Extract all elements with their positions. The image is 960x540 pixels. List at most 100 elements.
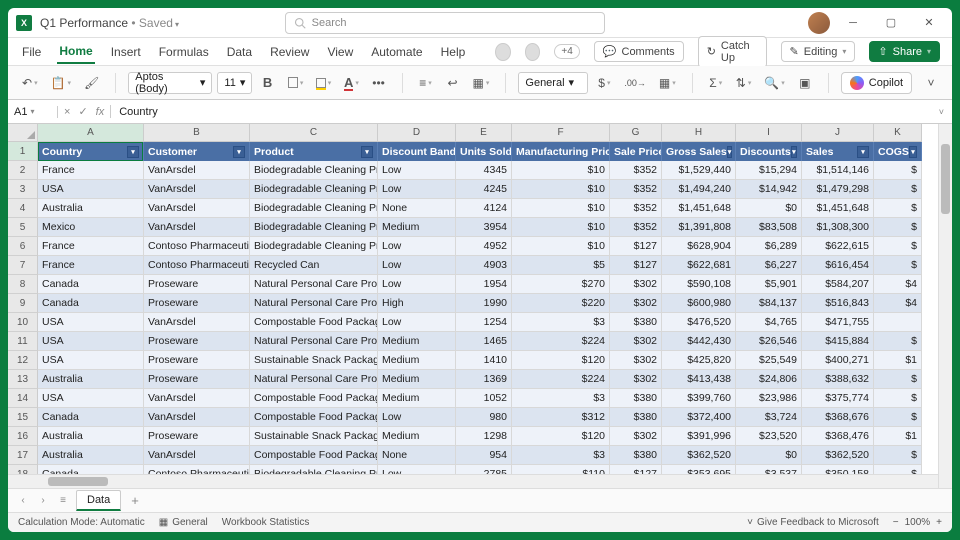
cell[interactable]: $ [874, 370, 922, 389]
menu-home[interactable]: Home [57, 40, 94, 64]
catchup-button[interactable]: ↻Catch Up [698, 36, 767, 68]
cell[interactable]: $5,901 [736, 275, 802, 294]
cell[interactable]: $400,271 [802, 351, 874, 370]
ribbon-collapse-button[interactable]: ˅ [920, 71, 942, 95]
cell[interactable]: France [38, 161, 144, 180]
row-header[interactable]: 9 [8, 294, 38, 313]
cell[interactable]: Low [378, 275, 456, 294]
cell[interactable]: Medium [378, 370, 456, 389]
cell[interactable]: $10 [512, 161, 610, 180]
paste-button[interactable]: 📋▾ [47, 71, 75, 95]
cell[interactable]: Compostable Food Packaging [250, 446, 378, 465]
cell[interactable]: $120 [512, 427, 610, 446]
cell[interactable]: Australia [38, 446, 144, 465]
cell[interactable]: $380 [610, 313, 662, 332]
cell[interactable]: $350,158 [802, 465, 874, 474]
cell[interactable]: $1 [874, 427, 922, 446]
cell[interactable]: Low [378, 256, 456, 275]
cell[interactable]: Contoso Pharmaceuticals [144, 256, 250, 275]
cell[interactable]: $302 [610, 370, 662, 389]
filter-button[interactable]: ▾ [127, 146, 139, 158]
cell[interactable]: $ [874, 332, 922, 351]
cell[interactable]: Canada [38, 275, 144, 294]
menu-file[interactable]: File [20, 41, 43, 63]
col-header-D[interactable]: D [378, 124, 456, 142]
cell[interactable]: $26,546 [736, 332, 802, 351]
cell[interactable]: $4 [874, 294, 922, 313]
calc-mode[interactable]: Calculation Mode: Automatic [18, 517, 145, 528]
cell[interactable]: $24,806 [736, 370, 802, 389]
cell[interactable]: VanArsdel [144, 199, 250, 218]
cond-format-button[interactable]: ▦▾ [655, 71, 680, 95]
cell[interactable]: Canada [38, 294, 144, 313]
menu-data[interactable]: Data [225, 41, 254, 63]
col-header-C[interactable]: C [250, 124, 378, 142]
cell[interactable]: Australia [38, 199, 144, 218]
cell[interactable]: USA [38, 313, 144, 332]
cell[interactable]: $220 [512, 294, 610, 313]
col-header-I[interactable]: I [736, 124, 802, 142]
cell[interactable]: $14,942 [736, 180, 802, 199]
add-sheet-button[interactable]: + [127, 493, 143, 508]
cell[interactable]: $0 [736, 199, 802, 218]
workbook-stats[interactable]: Workbook Statistics [222, 517, 310, 528]
cell[interactable]: $23,986 [736, 389, 802, 408]
font-family-select[interactable]: Aptos (Body)▾ [128, 72, 212, 94]
align-button[interactable]: ≡▾ [415, 71, 437, 95]
cell[interactable]: $628,904 [662, 237, 736, 256]
cell[interactable]: Low [378, 237, 456, 256]
cell[interactable]: $352 [610, 161, 662, 180]
cell[interactable]: USA [38, 332, 144, 351]
format-painter-button[interactable]: 🖌 [80, 71, 103, 95]
presence-avatar-1[interactable] [495, 43, 511, 61]
cell[interactable]: VanArsdel [144, 389, 250, 408]
cell[interactable]: Medium [378, 218, 456, 237]
font-color-button[interactable]: A▾ [340, 71, 362, 95]
cell[interactable]: $399,760 [662, 389, 736, 408]
row-header[interactable]: 2 [8, 161, 38, 180]
cell[interactable]: 1254 [456, 313, 512, 332]
decrease-decimal-button[interactable]: .00→ [620, 71, 650, 95]
fill-color-button[interactable]: ▾ [312, 71, 335, 95]
cell[interactable]: Compostable Food Packaging [250, 313, 378, 332]
cell[interactable]: $83,508 [736, 218, 802, 237]
cell[interactable]: $1,451,648 [802, 199, 874, 218]
cell[interactable]: $600,980 [662, 294, 736, 313]
cell[interactable]: Biodegradable Cleaning Products [250, 199, 378, 218]
cell[interactable]: Low [378, 465, 456, 474]
cell[interactable]: Low [378, 408, 456, 427]
cell[interactable]: Australia [38, 370, 144, 389]
cell[interactable]: $1,391,808 [662, 218, 736, 237]
cell[interactable]: Gross Sales▾ [662, 142, 736, 161]
col-header-B[interactable]: B [144, 124, 250, 142]
cell[interactable]: 4245 [456, 180, 512, 199]
cell[interactable]: $362,520 [802, 446, 874, 465]
cell[interactable]: Natural Personal Care Products [250, 370, 378, 389]
cell[interactable]: $1,451,648 [662, 199, 736, 218]
cell[interactable]: Contoso Pharmaceuticals [144, 237, 250, 256]
row-header[interactable]: 15 [8, 408, 38, 427]
col-header-G[interactable]: G [610, 124, 662, 142]
cell[interactable]: VanArsdel [144, 161, 250, 180]
cell[interactable]: $10 [512, 199, 610, 218]
cell[interactable]: $0 [736, 446, 802, 465]
cell[interactable]: $84,137 [736, 294, 802, 313]
cell[interactable]: $1 [874, 351, 922, 370]
maximize-button[interactable]: ▢ [876, 10, 906, 36]
cell[interactable]: $302 [610, 427, 662, 446]
cell[interactable]: High [378, 294, 456, 313]
menu-help[interactable]: Help [439, 41, 468, 63]
select-all-corner[interactable] [8, 124, 38, 142]
cell[interactable]: Sales▾ [802, 142, 874, 161]
cell[interactable]: Biodegradable Cleaning Products [250, 180, 378, 199]
row-header[interactable]: 14 [8, 389, 38, 408]
currency-button[interactable]: $▾ [593, 71, 615, 95]
cell[interactable]: $415,884 [802, 332, 874, 351]
cell[interactable]: 1369 [456, 370, 512, 389]
more-font-button[interactable]: ••• [368, 71, 390, 95]
cell[interactable]: $353,695 [662, 465, 736, 474]
cell[interactable]: 954 [456, 446, 512, 465]
row-header[interactable]: 18 [8, 465, 38, 474]
cell[interactable]: $ [874, 256, 922, 275]
cell[interactable]: USA [38, 180, 144, 199]
